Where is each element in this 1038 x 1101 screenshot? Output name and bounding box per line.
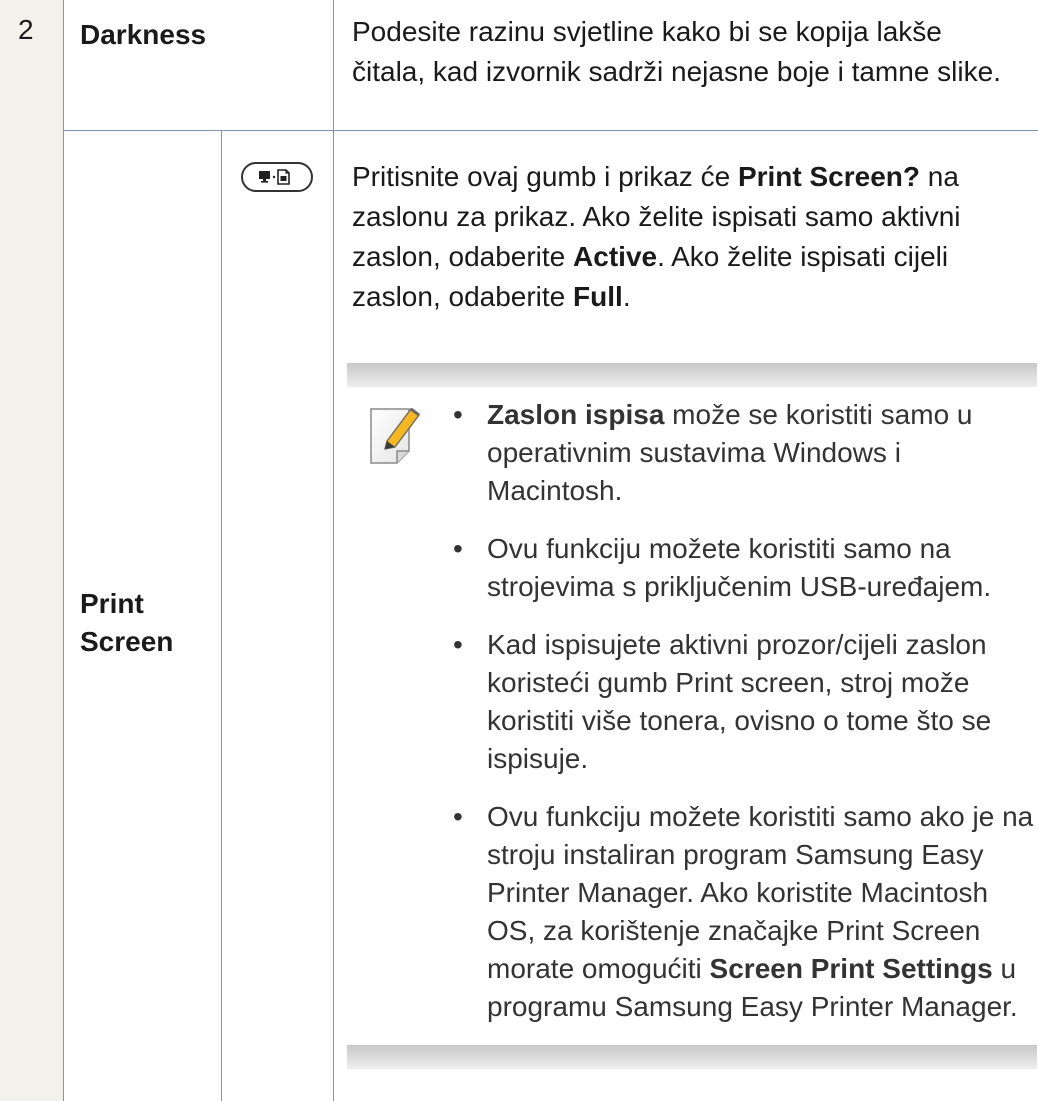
- note-item: Ovu funkciju možete koristiti samo na st…: [437, 530, 1037, 606]
- option-description-print-screen: Pritisnite ovaj gumb i prikaz će Print S…: [352, 161, 961, 312]
- note-list: Zaslon ispisa može se koristiti samo u o…: [437, 396, 1037, 1046]
- option-label-darkness: Darkness: [80, 19, 207, 50]
- row-number-column-bg: [0, 0, 63, 1101]
- column-divider: [63, 0, 64, 1101]
- note-item: Ovu funkciju možete koristiti samo ako j…: [437, 798, 1037, 1026]
- row-number: 2: [18, 14, 34, 45]
- option-description-darkness: Podesite razinu svjetline kako bi se kop…: [352, 16, 1001, 87]
- note-item: Zaslon ispisa može se koristiti samo u o…: [437, 396, 1037, 510]
- note-item: Kad ispisujete aktivni prozor/cijeli zas…: [437, 626, 1037, 778]
- option-label-print-screen: Print Screen: [80, 588, 174, 657]
- column-divider: [333, 0, 334, 1101]
- note-box: Zaslon ispisa može se koristiti samo u o…: [347, 363, 1037, 1069]
- row-divider: [63, 130, 1038, 131]
- note-bottom-bar: [347, 1045, 1037, 1069]
- note-top-bar: [347, 363, 1037, 387]
- print-screen-button-icon: [241, 162, 313, 192]
- column-divider: [221, 130, 222, 1101]
- note-pencil-icon: [367, 403, 423, 474]
